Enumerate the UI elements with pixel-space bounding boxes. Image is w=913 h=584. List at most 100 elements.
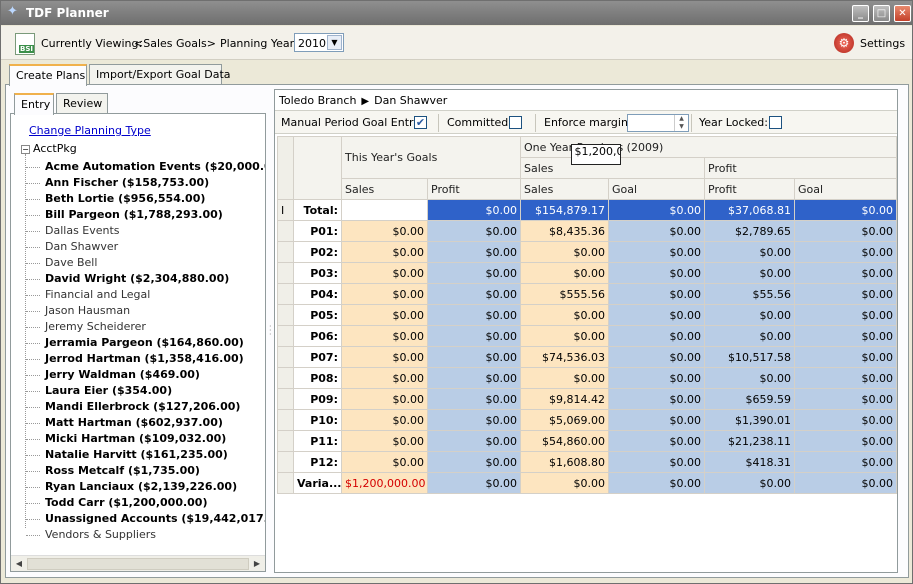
grid-cell[interactable]: $0.00	[341, 409, 428, 431]
row-selector[interactable]	[277, 472, 294, 494]
grid-cell[interactable]: $0.00	[341, 262, 428, 284]
tree-root[interactable]: − AcctPkg	[21, 142, 77, 158]
tree-item[interactable]: Bill Pargeon ($1,788,293.00)	[45, 207, 223, 223]
tree-item[interactable]: Unassigned Accounts ($19,442,017.00)	[45, 511, 265, 527]
column-header[interactable]: Sales	[341, 178, 428, 200]
table-row[interactable]: ITotal:$1,200,000.00$0.00$154,879.17$0.0…	[277, 143, 898, 221]
grid-cell[interactable]: $0.00	[341, 304, 428, 326]
row-selector[interactable]	[277, 346, 294, 368]
tree-item[interactable]: Jerry Waldman ($469.00)	[45, 367, 200, 383]
tab-entry[interactable]: Entry	[14, 93, 54, 115]
tab-import-export[interactable]: Import/Export Goal Data	[89, 64, 231, 85]
column-header[interactable]: Profit	[704, 178, 796, 200]
grid-cell[interactable]: $0.00	[341, 220, 428, 242]
row-selector[interactable]	[277, 241, 294, 263]
grid-cell[interactable]: $0.00	[426, 388, 522, 410]
tree-item[interactable]: Beth Lortie ($956,554.00)	[45, 191, 205, 207]
grid-cell[interactable]: $1,200,000.00	[341, 472, 428, 494]
change-planning-type-link[interactable]: Change Planning Type	[29, 124, 151, 137]
grid-cell[interactable]: $0.00	[341, 367, 428, 389]
grid-cell[interactable]: $0.00	[426, 241, 522, 263]
row-selector[interactable]	[277, 367, 294, 389]
column-header[interactable]: Goal	[794, 178, 898, 200]
tree-item[interactable]: Mandi Ellerbrock ($127,206.00)	[45, 399, 240, 415]
tree-item[interactable]: Todd Carr ($1,200,000.00)	[45, 495, 207, 511]
grid-cell[interactable]: $0.00	[426, 472, 522, 494]
table-row[interactable]: P01: $0.00 $0.00 $8,435.36 $0.00 $2,789.65 $0.…	[277, 220, 898, 242]
tree-item[interactable]: Ann Fischer ($158,753.00)	[45, 175, 209, 191]
tree-item[interactable]: Dan Shawver	[45, 239, 118, 255]
table-row[interactable]: Varia... $1,200,000.00 $0.00 $0.00 $0.00 $0.0…	[277, 472, 898, 494]
tree-item[interactable]: Laura Eier ($354.00)	[45, 383, 172, 399]
scroll-right-icon[interactable]: ▶	[250, 557, 264, 571]
year-locked-checkbox[interactable]	[769, 116, 782, 129]
grid-cell[interactable]: $0.00	[426, 220, 522, 242]
tree-item[interactable]: Jeremy Scheiderer	[45, 319, 146, 335]
table-row[interactable]: P09: $0.00 $0.00 $9,814.42 $0.00 $659.59 $0.00	[277, 388, 898, 410]
grid-cell[interactable]: $1,200,000.00	[570, 143, 621, 165]
close-button[interactable]: ✕	[894, 5, 911, 22]
tree-item[interactable]: Matt Hartman ($602,937.00)	[45, 415, 223, 431]
table-row[interactable]: P06: $0.00 $0.00 $0.00 $0.00 $0.00 $0.00	[277, 325, 898, 347]
tree-item[interactable]: Jerrod Hartman ($1,358,416.00)	[45, 351, 244, 367]
grid-cell[interactable]: $0.00	[341, 346, 428, 368]
row-selector[interactable]	[277, 430, 294, 452]
tree-item[interactable]: Ross Metcalf ($1,735.00)	[45, 463, 200, 479]
table-row[interactable]: P12: $0.00 $0.00 $1,608.80 $0.00 $418.31 $0.00	[277, 451, 898, 473]
column-header[interactable]: Sales	[520, 178, 610, 200]
collapse-icon[interactable]: −	[21, 144, 30, 154]
maximize-button[interactable]: □	[873, 5, 890, 22]
grid-cell[interactable]: $0.00	[426, 304, 522, 326]
grid-cell[interactable]: $0.00	[341, 430, 428, 452]
row-selector[interactable]	[277, 451, 294, 473]
tree-item[interactable]: Micki Hartman ($109,032.00)	[45, 431, 226, 447]
chevron-down-icon[interactable]: ▼	[327, 35, 342, 50]
row-selector[interactable]	[277, 220, 294, 242]
tab-create-plans[interactable]: Create Plans	[9, 64, 87, 86]
table-row[interactable]: P02: $0.00 $0.00 $0.00 $0.00 $0.00 $0.00	[277, 241, 898, 263]
committed-checkbox[interactable]	[509, 116, 522, 129]
grid-cell[interactable]: $0.00	[426, 325, 522, 347]
tree-item[interactable]: Jason Hausman	[45, 303, 130, 319]
grid-cell[interactable]: $0.00	[426, 430, 522, 452]
column-header[interactable]: Profit	[426, 178, 522, 200]
row-selector[interactable]	[277, 325, 294, 347]
grid-cell[interactable]: $0.00	[426, 262, 522, 284]
row-selector[interactable]	[277, 388, 294, 410]
tree-item[interactable]: Ryan Lanciaux ($2,139,226.00)	[45, 479, 237, 495]
enforce-margin-input[interactable]: ▲ ▼	[627, 114, 689, 132]
grid-cell[interactable]: $0.00	[426, 409, 522, 431]
grid-cell[interactable]: $0.00	[426, 367, 522, 389]
grid-cell[interactable]: $0.00	[341, 325, 428, 347]
tree-item[interactable]: David Wright ($2,304,880.00)	[45, 271, 229, 287]
tree-item[interactable]: Natalie Harvitt ($161,235.00)	[45, 447, 228, 463]
title-bar[interactable]: ✦ TDF Planner _ □ ✕	[1, 1, 912, 25]
table-row[interactable]: P10: $0.00 $0.00 $5,069.00 $0.00 $1,390.01 $0.…	[277, 409, 898, 431]
row-selector[interactable]	[277, 262, 294, 284]
settings-button[interactable]: ⚙ Settings	[834, 32, 906, 54]
spin-arrows-icon[interactable]: ▲ ▼	[674, 115, 688, 131]
grid-cell[interactable]: $0.00	[341, 451, 428, 473]
grid-cell[interactable]: $0.00	[426, 451, 522, 473]
grid-cell[interactable]: $0.00	[426, 199, 522, 221]
table-row[interactable]: P07: $0.00 $0.00 $74,536.03 $0.00 $10,517.58 $…	[277, 346, 898, 368]
tab-review[interactable]: Review	[56, 93, 108, 114]
grid-cell[interactable]: $0.00	[426, 346, 522, 368]
tree-item[interactable]: Financial and Legal	[45, 287, 150, 303]
minimize-button[interactable]: _	[852, 5, 869, 22]
grid-cell[interactable]: $0.00	[341, 283, 428, 305]
row-selector[interactable]	[277, 283, 294, 305]
column-header[interactable]: Goal	[608, 178, 706, 200]
table-row[interactable]: P03: $0.00 $0.00 $0.00 $0.00 $0.00 $0.00	[277, 262, 898, 284]
tree-item[interactable]: Jerramia Pargeon ($164,860.00)	[45, 335, 244, 351]
grid-cell[interactable]: $0.00	[341, 388, 428, 410]
tree-item[interactable]: Dallas Events	[45, 223, 120, 239]
scroll-left-icon[interactable]: ◀	[12, 557, 26, 571]
table-row[interactable]: P11: $0.00 $0.00 $54,860.00 $0.00 $21,238.11 $…	[277, 430, 898, 452]
tree-item[interactable]: Dave Bell	[45, 255, 97, 271]
tree-item[interactable]: Vendors & Suppliers	[45, 527, 156, 543]
grid-cell[interactable]: $0.00	[341, 241, 428, 263]
table-row[interactable]: P05: $0.00 $0.00 $0.00 $0.00 $0.00 $0.00	[277, 304, 898, 326]
table-row[interactable]: P08: $0.00 $0.00 $0.00 $0.00 $0.00 $0.00	[277, 367, 898, 389]
manual-entry-checkbox[interactable]: ✔	[414, 116, 427, 129]
